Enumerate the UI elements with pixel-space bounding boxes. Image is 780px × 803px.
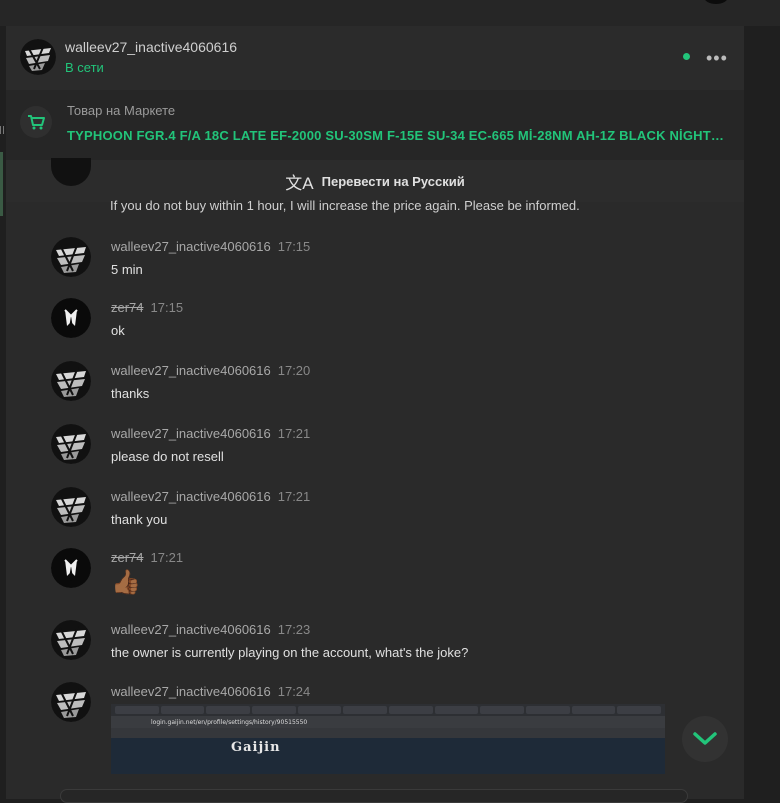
- browser-url: login.gaijin.net/en/profile/settings/his…: [151, 718, 308, 726]
- avatar[interactable]: [51, 682, 91, 722]
- browser-tabs: [111, 704, 665, 716]
- message-time: 17:20: [277, 363, 311, 378]
- pause-icon[interactable]: [0, 126, 4, 134]
- avatar[interactable]: [51, 298, 91, 338]
- message-time: 17:15: [150, 300, 184, 315]
- more-dots-icon[interactable]: •••: [706, 48, 728, 69]
- message-text: thank you: [111, 512, 168, 527]
- message-time: 17:21: [277, 489, 311, 504]
- message-author[interactable]: walleev27_inactive4060616: [111, 239, 271, 254]
- message-text: thanks: [111, 386, 150, 401]
- avatar[interactable]: [51, 548, 91, 588]
- message-author[interactable]: walleev27_inactive4060616: [111, 622, 271, 637]
- avatar[interactable]: [51, 620, 91, 660]
- avatar[interactable]: [20, 39, 56, 75]
- chat-username[interactable]: walleev27_inactive4060616: [65, 39, 237, 55]
- message-author[interactable]: zer74: [111, 550, 144, 565]
- gaijin-logo: Gaijin: [231, 740, 281, 755]
- browser-url-bar: login.gaijin.net/en/profile/settings/his…: [111, 716, 665, 728]
- message-text: please do not resell: [111, 449, 224, 464]
- message-text: ok: [111, 323, 125, 338]
- message-text: If you do not buy within 1 hour, I will …: [110, 198, 580, 213]
- market-item-title[interactable]: TYPHOON FGR.4 F/A 18C LATE EF-2000 SU-30…: [67, 128, 727, 143]
- top-avatar[interactable]: [704, 0, 728, 4]
- online-status: В сети: [65, 60, 104, 75]
- message-author[interactable]: walleev27_inactive4060616: [111, 489, 271, 504]
- message-text: 5 min: [111, 262, 143, 277]
- cart-icon: [20, 106, 52, 138]
- message-time: 17:24: [277, 684, 311, 699]
- message-time: 17:23: [277, 622, 311, 637]
- message-author[interactable]: zer74: [111, 300, 144, 315]
- message-text: the owner is currently playing on the ac…: [111, 645, 469, 660]
- message-author[interactable]: walleev27_inactive4060616: [111, 363, 271, 378]
- avatar[interactable]: [51, 237, 91, 277]
- message-input[interactable]: [60, 789, 688, 803]
- message-author[interactable]: walleev27_inactive4060616: [111, 426, 271, 441]
- message-time: 17:15: [277, 239, 311, 254]
- market-item[interactable]: Товар на Маркете TYPHOON FGR.4 F/A 18C L…: [6, 90, 744, 160]
- translate-button[interactable]: 文A Перевести на Русский: [6, 160, 744, 202]
- scroll-down-button[interactable]: [682, 716, 728, 762]
- online-dot: [683, 53, 690, 60]
- avatar[interactable]: [51, 424, 91, 464]
- bookmarks-bar: [111, 728, 665, 738]
- browser-page: Gaijin: [111, 738, 665, 774]
- message-time: 17:21: [277, 426, 311, 441]
- chevron-down-icon: [693, 732, 717, 745]
- translate-label: Перевести на Русский: [321, 173, 465, 189]
- avatar[interactable]: [51, 361, 91, 401]
- attached-screenshot[interactable]: login.gaijin.net/en/profile/settings/his…: [111, 704, 665, 774]
- message-author[interactable]: walleev27_inactive4060616: [111, 684, 271, 699]
- avatar[interactable]: [51, 487, 91, 527]
- market-label: Товар на Маркете: [67, 103, 176, 118]
- chat-header: walleev27_inactive4060616 В сети •••: [6, 26, 744, 90]
- thumbs-up-emoji: 👍🏾: [111, 569, 141, 596]
- left-accent-bar: [0, 152, 3, 216]
- translate-icon: 文A: [285, 173, 314, 193]
- top-strip: [0, 0, 780, 26]
- message-time: 17:21: [150, 550, 184, 565]
